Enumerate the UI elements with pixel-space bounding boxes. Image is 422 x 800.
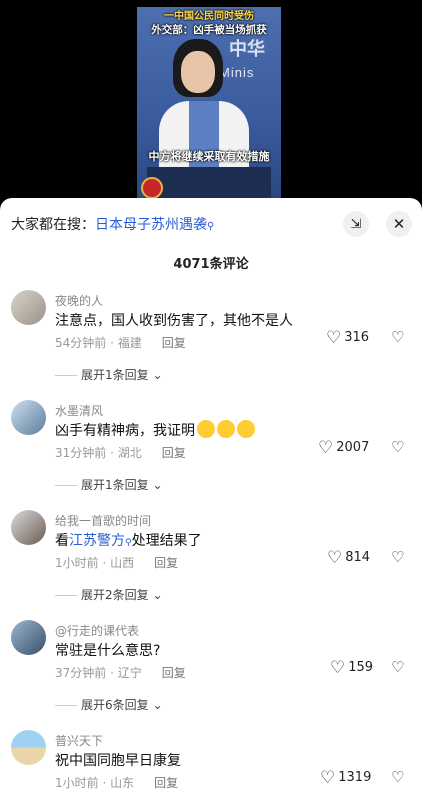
search-icon: ⚲: [207, 221, 215, 232]
laughing-emoji-icon: [237, 420, 255, 438]
expand-icon[interactable]: ⇲: [343, 211, 369, 237]
comments-panel: 大家都在搜：日本母子苏州遇袭⚲ ⇲ ✕ 4071条评论 夜晚的人 注意点，国人收…: [0, 198, 422, 800]
divider-line: [55, 485, 77, 486]
like-button[interactable]: ♡ 2007: [318, 438, 369, 458]
comment-time-location: 31分钟前 · 湖北: [55, 446, 142, 460]
comment-time-location: 37分钟前 · 辽宁: [55, 666, 142, 680]
dislike-icon[interactable]: ♡: [391, 768, 404, 786]
comment-meta: 1小时前 · 山东 回复: [55, 774, 178, 791]
expand-replies-label: 展开2条回复: [81, 588, 149, 602]
like-count: 814: [345, 550, 371, 565]
comment-meta: 31分钟前 · 湖北 回复: [55, 444, 186, 461]
comment-text: 凶手有精神病，我证明: [55, 420, 255, 440]
expand-replies-label: 展开1条回复: [81, 478, 149, 492]
podium: [147, 167, 271, 200]
comment-text: 注意点，国人收到伤害了，其他不是人: [55, 313, 293, 329]
comment-username[interactable]: 水墨清风: [55, 402, 103, 419]
like-button[interactable]: ♡ 1319: [320, 768, 371, 788]
avatar[interactable]: [11, 290, 46, 325]
comment-time-location: 1小时前 · 山西: [55, 556, 135, 570]
comment-text-pre: 看: [55, 533, 69, 549]
comment-text: 常驻是什么意思?: [55, 643, 161, 659]
chevron-down-icon: ⌄: [152, 368, 163, 382]
dislike-icon[interactable]: ♡: [391, 328, 404, 346]
comment-text-post: 处理结果了: [131, 533, 202, 549]
video-caption-line2: 外交部：凶手被当场抓获: [151, 24, 267, 36]
dislike-icon[interactable]: ♡: [391, 658, 404, 676]
comment-highlight-link[interactable]: 江苏警方: [69, 533, 125, 549]
trending-search[interactable]: 大家都在搜：日本母子苏州遇袭⚲: [11, 214, 214, 234]
avatar[interactable]: [11, 620, 46, 655]
like-button[interactable]: ♡ 316: [326, 328, 369, 348]
comment-username[interactable]: 给我一首歌的时间: [55, 512, 151, 529]
divider-line: [55, 705, 77, 706]
heart-icon: ♡: [330, 658, 346, 678]
reply-button[interactable]: 回复: [162, 446, 186, 460]
laughing-emoji-icon: [217, 420, 235, 438]
chevron-down-icon: ⌄: [152, 478, 163, 492]
dislike-icon[interactable]: ♡: [391, 438, 404, 456]
expand-replies-button[interactable]: 展开6条回复 ⌄: [55, 696, 163, 713]
chevron-down-icon: ⌄: [152, 698, 163, 712]
comment-username[interactable]: 普兴天下: [55, 732, 103, 749]
comment-text: 看江苏警方⚲处理结果了: [55, 530, 202, 550]
trending-search-prefix: 大家都在搜：: [11, 217, 95, 233]
avatar[interactable]: [11, 400, 46, 435]
divider-line: [55, 595, 77, 596]
search-icon: ⚲: [125, 538, 132, 548]
like-button[interactable]: ♡ 814: [327, 548, 370, 568]
comment-count: 4071条评论: [173, 257, 249, 272]
comment-meta: 37分钟前 · 辽宁 回复: [55, 664, 186, 681]
like-count: 2007: [336, 440, 370, 455]
expand-replies-button[interactable]: 展开2条回复 ⌄: [55, 586, 163, 603]
reply-button[interactable]: 回复: [162, 336, 186, 350]
expand-replies-button[interactable]: 展开1条回复 ⌄: [55, 366, 163, 383]
like-count: 1319: [338, 770, 372, 785]
dislike-icon[interactable]: ♡: [391, 548, 404, 566]
like-button[interactable]: ♡ 159: [330, 658, 373, 678]
expand-replies-button[interactable]: 展开1条回复 ⌄: [55, 476, 163, 493]
expand-replies-label: 展开1条回复: [81, 368, 149, 382]
avatar[interactable]: [11, 510, 46, 545]
like-count: 316: [344, 330, 370, 345]
avatar[interactable]: [11, 730, 46, 765]
expand-replies-label: 展开6条回复: [81, 698, 149, 712]
comment-text-body: 凶手有精神病，我证明: [55, 423, 195, 439]
comment-username[interactable]: @行走的课代表: [55, 622, 139, 639]
comment-meta: 1小时前 · 山西 回复: [55, 554, 178, 571]
speaker-face: [181, 51, 215, 93]
video-player[interactable]: 中华 Minis 一中国公民同时受伤 外交部：凶手被当场抓获 中方将继续采取有效…: [0, 0, 422, 200]
heart-icon: ♡: [320, 768, 336, 788]
comment-username[interactable]: 夜晚的人: [55, 292, 103, 309]
divider-line: [55, 375, 77, 376]
comment-text: 祝中国同胞早日康复: [55, 753, 181, 769]
laughing-emoji-icon: [197, 420, 215, 438]
video-caption-bottom: 中方将继续采取有效措施: [148, 150, 270, 163]
chevron-down-icon: ⌄: [152, 588, 163, 602]
reply-button[interactable]: 回复: [162, 666, 186, 680]
heart-icon: ♡: [318, 438, 334, 458]
comment-meta: 54分钟前 · 福建 回复: [55, 334, 186, 351]
video-frame: 中华 Minis 一中国公民同时受伤 外交部：凶手被当场抓获 中方将继续采取有效…: [137, 7, 281, 200]
background-sign-chinese: 中华: [229, 39, 265, 60]
like-count: 159: [348, 660, 374, 675]
comment-time-location: 54分钟前 · 福建: [55, 336, 142, 350]
heart-icon: ♡: [326, 328, 342, 348]
heart-icon: ♡: [327, 548, 343, 568]
comment-time-location: 1小时前 · 山东: [55, 776, 135, 790]
reply-button[interactable]: 回复: [154, 556, 178, 570]
trending-search-term[interactable]: 日本母子苏州遇袭: [95, 217, 207, 233]
reply-button[interactable]: 回复: [154, 776, 178, 790]
national-emblem: [141, 177, 163, 199]
video-caption-line1: 一中国公民同时受伤: [164, 11, 254, 22]
background-sign-text: Minis: [219, 65, 255, 80]
close-icon[interactable]: ✕: [386, 211, 412, 237]
